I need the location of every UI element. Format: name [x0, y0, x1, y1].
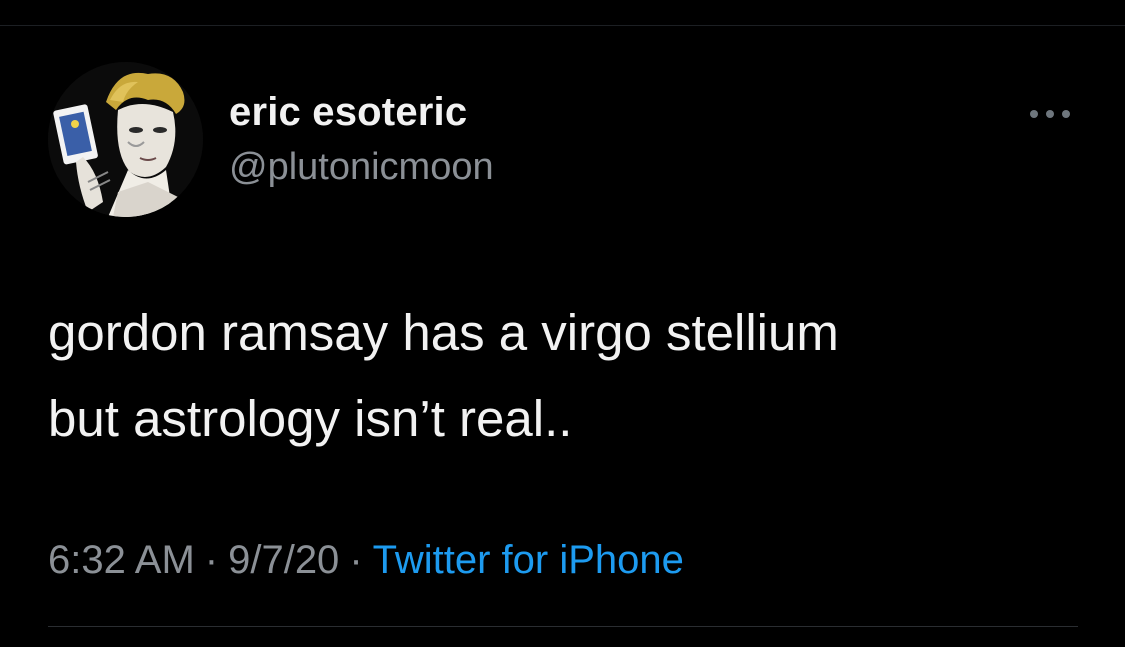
- tweet-text-line: gordon ramsay has a virgo stellium: [48, 304, 839, 361]
- profile-avatar[interactable]: [48, 62, 203, 217]
- tweet-text-line: but astrology isn’t real..: [48, 390, 573, 447]
- tweet-date[interactable]: 9/7/20: [228, 538, 339, 582]
- more-options-icon: [1030, 110, 1070, 118]
- tweet-text: gordon ramsay has a virgo stellium but a…: [48, 290, 1078, 462]
- meta-separator: ·: [349, 538, 363, 582]
- tweet-meta: 6:32 AM · 9/7/20 · Twitter for iPhone: [48, 538, 684, 583]
- avatar-illustration: [48, 62, 203, 217]
- bottom-divider: [48, 626, 1078, 627]
- top-divider: [0, 25, 1125, 26]
- more-options-button[interactable]: [1026, 100, 1074, 128]
- user-handle[interactable]: @plutonicmoon: [229, 146, 494, 189]
- tweet-source-link[interactable]: Twitter for iPhone: [373, 538, 684, 582]
- tweet-time[interactable]: 6:32 AM: [48, 538, 195, 582]
- meta-separator: ·: [204, 538, 219, 582]
- display-name[interactable]: eric esoteric: [229, 90, 467, 135]
